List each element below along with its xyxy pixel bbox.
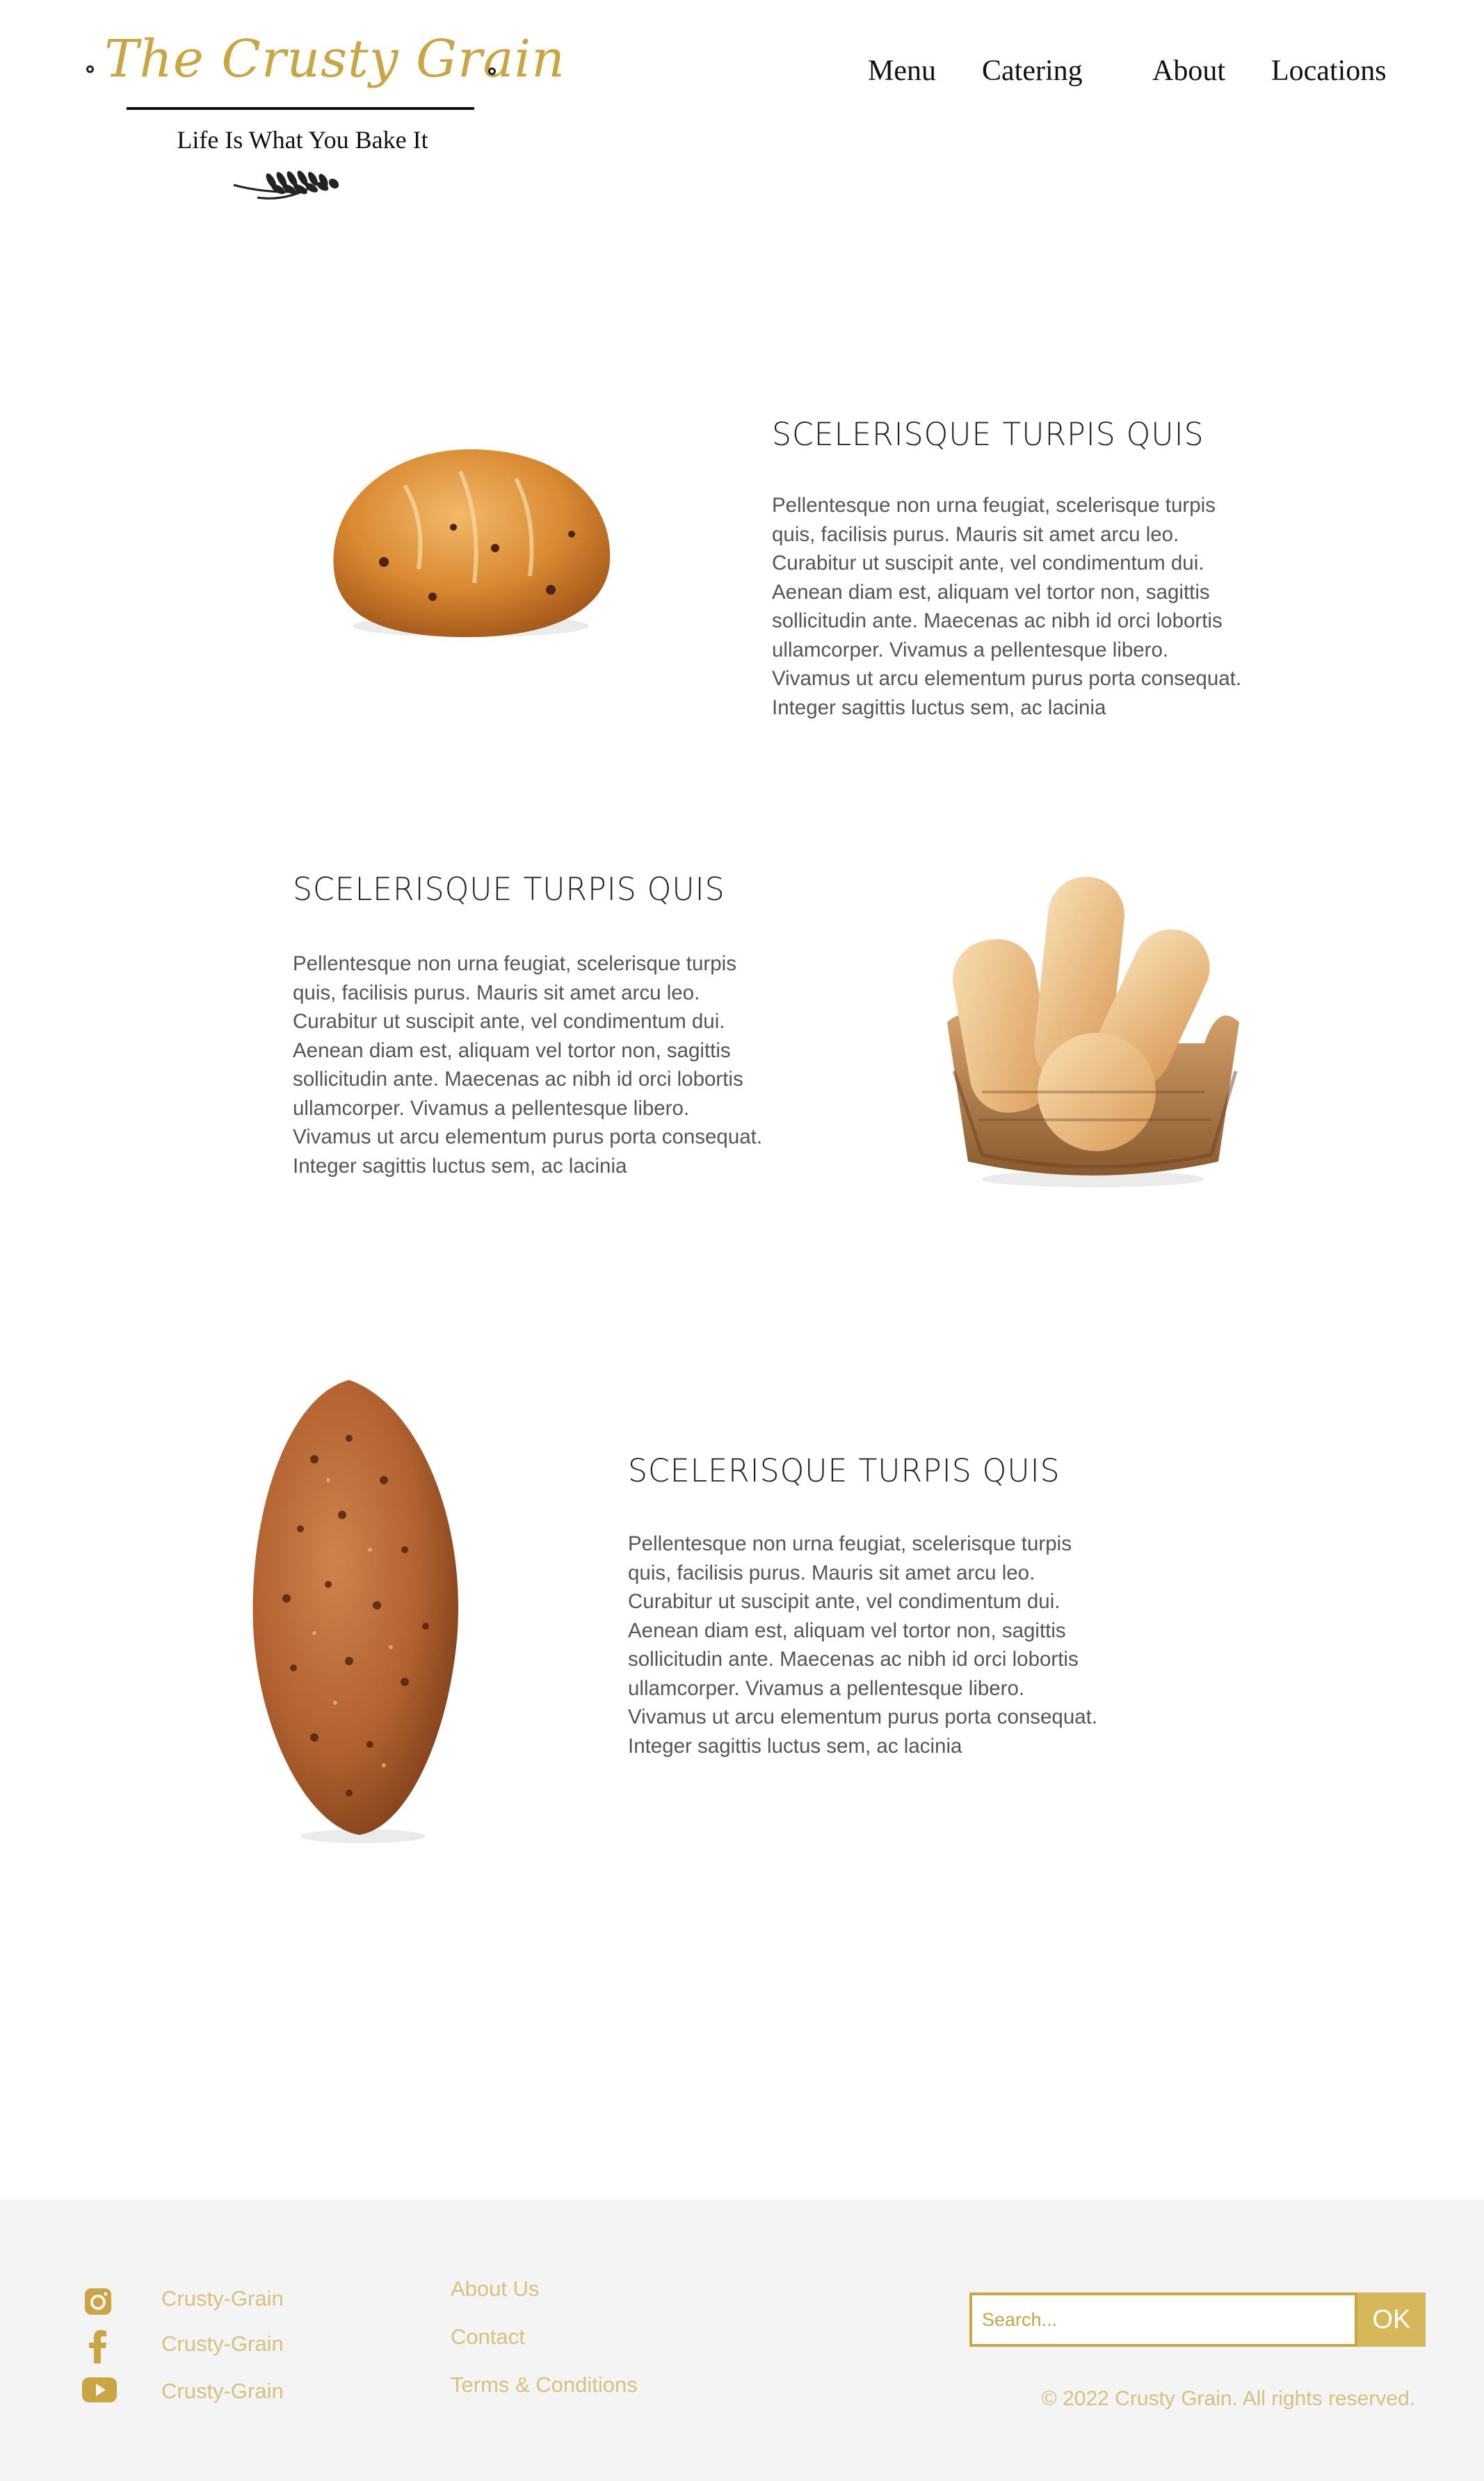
long-bread-image [252,1380,459,1843]
section-body: Pellentesque non urna feugiat, scelerisq… [772,494,1242,719]
nav-locations[interactable]: Locations [1271,54,1387,88]
round-bread-image [333,449,611,637]
section-heading: SCELERISQUE TURPIS QUIS [628,1452,1060,1489]
instagram-link[interactable]: Crusty-Grain [161,2286,284,2311]
copyright: © 2022 Crusty Grain. All rights reserved… [1041,2387,1415,2410]
facebook-icon[interactable] [89,2330,107,2363]
facebook-link[interactable]: Crusty-Grain [161,2331,284,2356]
nav-menu[interactable]: Menu [868,54,936,88]
instagram-icon[interactable] [83,2287,113,2316]
nav-about[interactable]: About [1152,54,1225,88]
section-heading: SCELERISQUE TURPIS QUIS [772,416,1204,453]
logo-dot-left [86,65,94,73]
search-input[interactable] [969,2293,1357,2347]
nav-catering[interactable]: Catering [982,54,1083,88]
section-body: Pellentesque non urna feugiat, scelerisq… [628,1532,1098,1758]
footer-link-about[interactable]: About Us [451,2277,540,2302]
logo-tagline: Life Is What You Bake It [177,126,428,154]
bread-basket-image [947,876,1239,1187]
section-body: Pellentesque non urna feugiat, scelerisq… [293,952,763,1178]
footer-link-contact[interactable]: Contact [451,2325,525,2350]
wheat-icon [233,170,339,200]
youtube-link[interactable]: Crusty-Grain [161,2379,284,2404]
footer-link-terms[interactable]: Terms & Conditions [451,2372,638,2398]
section-heading: SCELERISQUE TURPIS QUIS [293,871,725,908]
logo-divider [127,107,474,110]
search-ok-button[interactable]: OK [1357,2293,1426,2347]
logo-dot-right [488,67,496,75]
youtube-icon[interactable] [82,2377,117,2402]
logo-title: The Crusty Grain [104,29,565,89]
